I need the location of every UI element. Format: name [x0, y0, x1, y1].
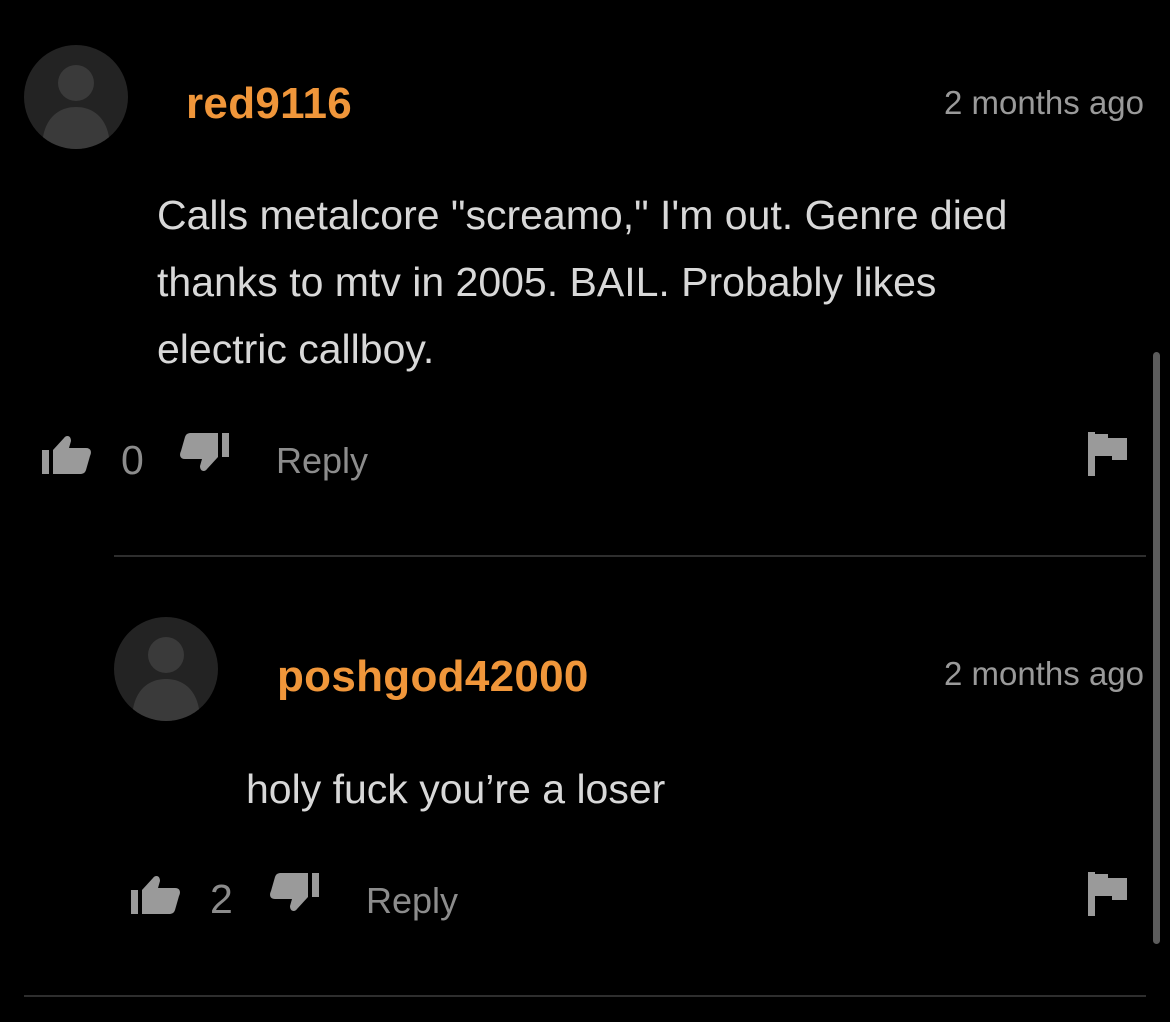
thumbs-up-icon[interactable]: [42, 432, 92, 476]
comment-body-line: electric callboy.: [157, 326, 435, 372]
comment-body: Calls metalcore "screamo," I'm out. Genr…: [157, 182, 1007, 383]
scrollbar[interactable]: [1153, 352, 1160, 944]
comment-timestamp: 2 months ago: [944, 655, 1144, 692]
comment-timestamp: 2 months ago: [944, 84, 1144, 121]
user-avatar-icon[interactable]: [114, 617, 218, 721]
comment-username[interactable]: red9116: [186, 82, 352, 126]
vote-count: 2: [210, 876, 233, 922]
flag-icon[interactable]: [1088, 872, 1128, 916]
user-avatar-icon[interactable]: [24, 45, 128, 149]
comment-divider: [24, 995, 1146, 997]
thumbs-down-icon[interactable]: [179, 433, 229, 477]
comment-body-line: holy fuck you’re a loser: [246, 766, 666, 812]
vote-count: 0: [121, 437, 144, 483]
comment-body-line: Calls metalcore "screamo," I'm out. Genr…: [157, 192, 1008, 238]
thumbs-up-icon[interactable]: [131, 872, 181, 916]
comment-username[interactable]: poshgod42000: [277, 655, 589, 699]
reply-button[interactable]: Reply: [276, 443, 368, 479]
comment-divider: [114, 555, 1146, 557]
comment-body-line: thanks to mtv in 2005. BAIL. Probably li…: [157, 259, 937, 305]
thumbs-down-icon[interactable]: [269, 873, 319, 917]
flag-icon[interactable]: [1088, 432, 1128, 476]
comment-body: holy fuck you’re a loser: [246, 756, 665, 823]
reply-button[interactable]: Reply: [366, 883, 458, 919]
